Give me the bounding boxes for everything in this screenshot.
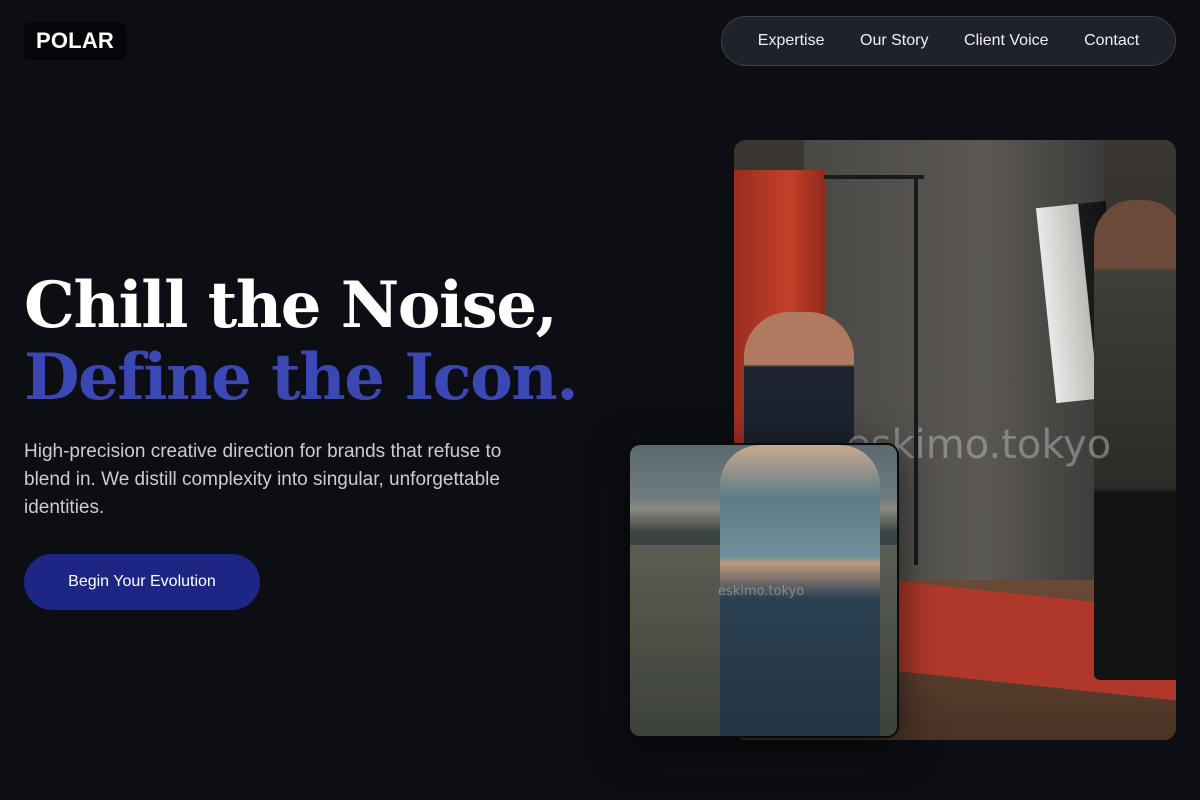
nav-item-our-story[interactable]: Our Story xyxy=(860,32,928,50)
landing-page: POLAR Expertise Our Story Client Voice C… xyxy=(0,0,1200,800)
small-photo-watermark: eskimo.tokyo xyxy=(718,584,805,599)
nav-item-expertise[interactable]: Expertise xyxy=(758,32,825,50)
nav-item-contact[interactable]: Contact xyxy=(1084,32,1139,50)
headline-line-2: Define the Icon. xyxy=(24,340,579,415)
begin-evolution-button[interactable]: Begin Your Evolution xyxy=(24,554,260,610)
main-nav: Expertise Our Story Client Voice Contact xyxy=(721,16,1176,66)
headline-line-1: Chill the Noise, xyxy=(24,268,558,343)
brand-logo[interactable]: POLAR xyxy=(24,22,126,60)
light-stand xyxy=(914,175,918,565)
backdrop-stand-bar xyxy=(824,175,924,179)
nav-item-client-voice[interactable]: Client Voice xyxy=(964,32,1049,50)
hero-description: High-precision creative direction for br… xyxy=(24,441,502,518)
hero-headline: Chill the Noise, Define the Icon. xyxy=(24,268,579,415)
